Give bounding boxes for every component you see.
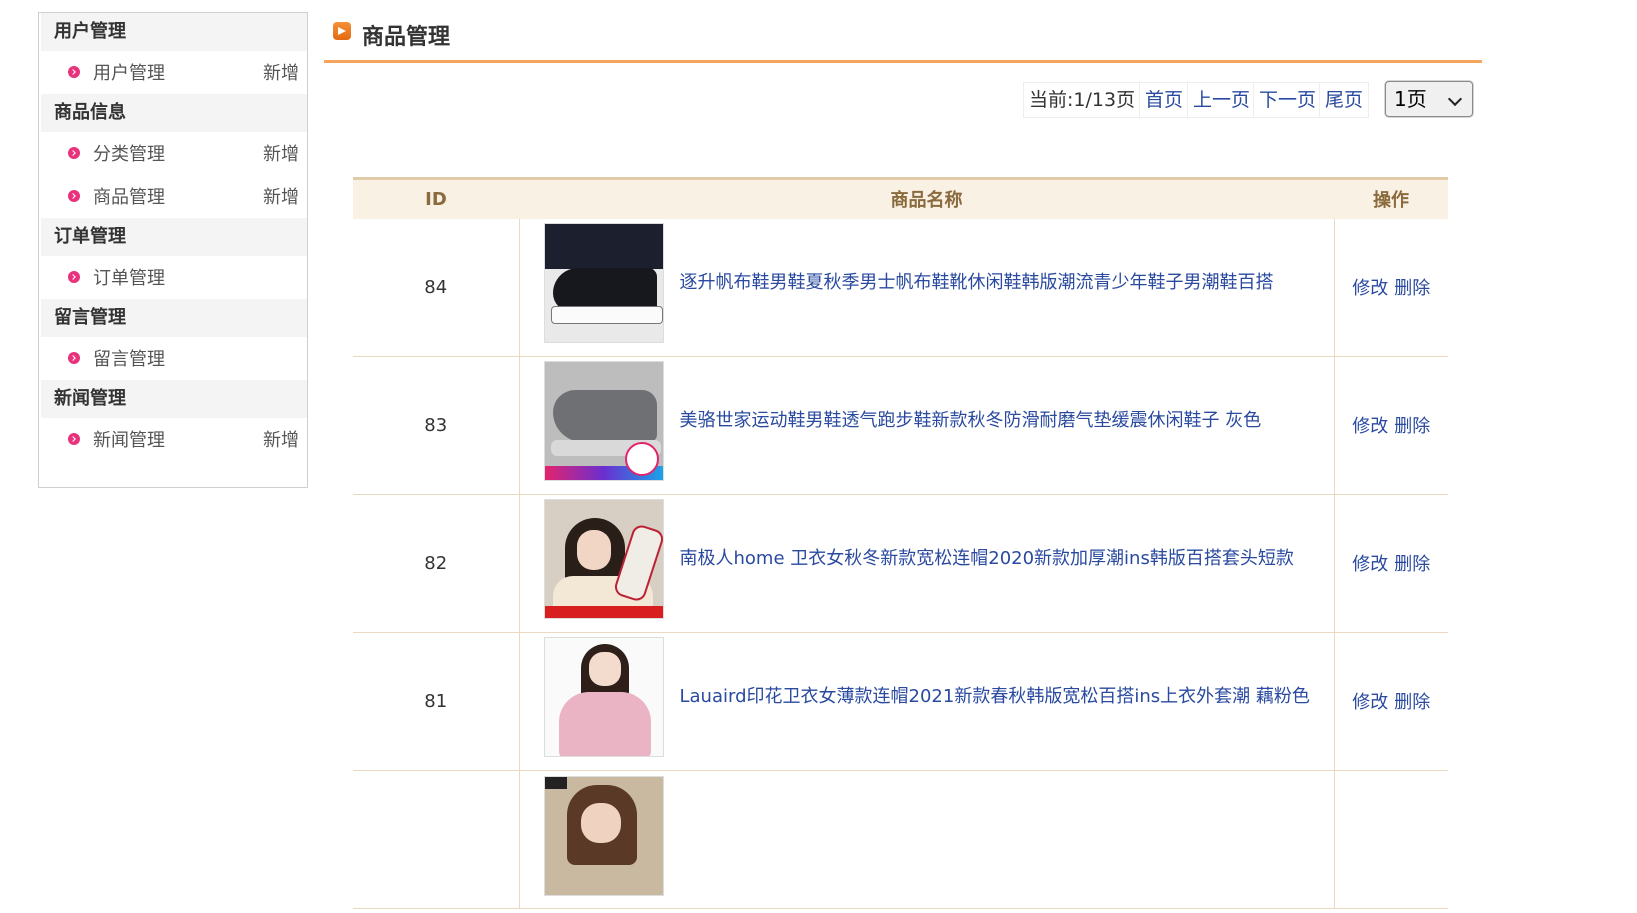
operation-cell: 修改 删除 <box>1334 632 1448 771</box>
last-page-link[interactable]: 尾页 <box>1319 82 1370 118</box>
sidebar-item-label[interactable]: 用户管理 <box>93 63 165 84</box>
operation-cell <box>1334 770 1448 909</box>
goods-id: 84 <box>353 218 520 357</box>
goods-name-link[interactable]: 南极人home 卫衣女秋冬新款宽松连帽2020新款加厚潮ins韩版百搭套头短款 <box>680 544 1294 570</box>
goods-name-link[interactable]: 美骆世家运动鞋男鞋透气跑步鞋新款秋冬防滑耐磨气垫缓震休闲鞋子 灰色 <box>680 406 1262 432</box>
goods-table: ID 商品名称 操作 84 逐升帆布鞋男鞋夏秋季男士帆布鞋靴休闲鞋韩版潮流青少年… <box>353 177 1448 909</box>
sidebar-item-label[interactable]: 留言管理 <box>93 349 165 370</box>
goods-id: 83 <box>353 356 520 495</box>
delete-link[interactable]: 删除 <box>1394 554 1430 575</box>
sidebar-group-title: 订单管理 <box>41 218 307 256</box>
first-page-link[interactable]: 首页 <box>1139 82 1190 118</box>
page-title: 商品管理 <box>362 25 451 50</box>
delete-link[interactable]: 删除 <box>1394 692 1430 713</box>
circle-arrow-icon <box>68 147 80 159</box>
sidebar-add-link[interactable]: 新增 <box>263 132 299 177</box>
delete-link[interactable]: 删除 <box>1394 416 1430 437</box>
goods-id <box>353 770 520 909</box>
page-select[interactable]: 1页 <box>1385 81 1473 117</box>
goods-name-link[interactable]: Lauaird印花卫衣女薄款连帽2021新款春秋韩版宽松百搭ins上衣外套潮 藕… <box>680 682 1310 708</box>
sidebar-item-label[interactable]: 分类管理 <box>93 144 165 165</box>
goods-name-cell: Lauaird印花卫衣女薄款连帽2021新款春秋韩版宽松百搭ins上衣外套潮 藕… <box>519 632 1335 771</box>
sidebar-add-link[interactable]: 新增 <box>263 51 299 96</box>
goods-name-link[interactable]: 逐升帆布鞋男鞋夏秋季男士帆布鞋靴休闲鞋韩版潮流青少年鞋子男潮鞋百搭 <box>680 268 1274 294</box>
sidebar-group-goods-info: 商品信息 分类管理 新增 商品管理 新增 <box>41 94 307 218</box>
goods-thumbnail[interactable] <box>543 775 664 896</box>
circle-arrow-icon <box>68 352 80 364</box>
sidebar-group-title: 新闻管理 <box>41 380 307 418</box>
sidebar-group-title: 商品信息 <box>41 94 307 132</box>
orange-arrow-icon <box>333 22 351 40</box>
column-header-name: 商品名称 <box>519 177 1334 219</box>
goods-name-cell <box>519 770 1335 909</box>
sidebar-item-category-management[interactable]: 分类管理 新增 <box>41 132 307 175</box>
operation-cell: 修改 删除 <box>1334 218 1448 357</box>
table-row <box>353 770 1448 909</box>
sidebar-group-users: 用户管理 用户管理 新增 <box>41 13 307 94</box>
sidebar-add-link[interactable]: 新增 <box>263 418 299 463</box>
sidebar-group-news: 新闻管理 新闻管理 新增 <box>41 380 307 461</box>
sidebar-item-user-management[interactable]: 用户管理 新增 <box>41 51 307 94</box>
table-row: 81 Lauaird印花卫衣女薄款连帽2021新款春秋韩版宽松百搭ins上衣外套… <box>353 632 1448 771</box>
goods-thumbnail[interactable] <box>543 637 664 757</box>
goods-name-cell: 美骆世家运动鞋男鞋透气跑步鞋新款秋冬防滑耐磨气垫缓震休闲鞋子 灰色 <box>519 356 1335 495</box>
circle-arrow-icon <box>68 433 80 445</box>
goods-thumbnail[interactable] <box>543 361 664 481</box>
sidebar-group-messages: 留言管理 留言管理 <box>41 299 307 380</box>
column-header-op: 操作 <box>1334 177 1448 219</box>
edit-link[interactable]: 修改 <box>1352 278 1388 299</box>
page-select-value: 1页 <box>1394 87 1427 111</box>
sidebar-group-title: 用户管理 <box>41 13 307 51</box>
sidebar-add-link[interactable]: 新增 <box>263 175 299 220</box>
next-page-link[interactable]: 下一页 <box>1253 82 1323 118</box>
circle-arrow-icon <box>68 271 80 283</box>
goods-thumbnail[interactable] <box>543 499 664 619</box>
operation-cell: 修改 删除 <box>1334 494 1448 633</box>
sidebar-group-orders: 订单管理 订单管理 <box>41 218 307 299</box>
goods-name-cell: 南极人home 卫衣女秋冬新款宽松连帽2020新款加厚潮ins韩版百搭套头短款 <box>519 494 1335 633</box>
table-header-row: ID 商品名称 操作 <box>353 177 1448 219</box>
table-row: 82 南极人home 卫衣女秋冬新款宽松连帽2020新款加厚潮ins韩版百搭套头… <box>353 494 1448 633</box>
edit-link[interactable]: 修改 <box>1352 416 1388 437</box>
delete-link[interactable]: 删除 <box>1394 278 1430 299</box>
edit-link[interactable]: 修改 <box>1352 554 1388 575</box>
sidebar: 用户管理 用户管理 新增 商品信息 分类管理 新增 商品管理 新增 订单管理 订… <box>38 12 308 488</box>
sidebar-item-label[interactable]: 商品管理 <box>93 187 165 208</box>
goods-thumbnail[interactable] <box>543 223 664 343</box>
circle-arrow-icon <box>68 190 80 202</box>
operation-cell: 修改 删除 <box>1334 356 1448 495</box>
goods-name-cell: 逐升帆布鞋男鞋夏秋季男士帆布鞋靴休闲鞋韩版潮流青少年鞋子男潮鞋百搭 <box>519 218 1335 357</box>
prev-page-link[interactable]: 上一页 <box>1187 82 1257 118</box>
sidebar-item-goods-management[interactable]: 商品管理 新增 <box>41 175 307 218</box>
sidebar-item-label[interactable]: 订单管理 <box>93 268 165 289</box>
circle-arrow-icon <box>68 66 80 78</box>
table-row: 83 美骆世家运动鞋男鞋透气跑步鞋新款秋冬防滑耐磨气垫缓震休闲鞋子 灰色 修改删… <box>353 356 1448 495</box>
edit-link[interactable]: 修改 <box>1352 692 1388 713</box>
table-row: 84 逐升帆布鞋男鞋夏秋季男士帆布鞋靴休闲鞋韩版潮流青少年鞋子男潮鞋百搭 修改删… <box>353 218 1448 357</box>
sidebar-item-label[interactable]: 新闻管理 <box>93 430 165 451</box>
sidebar-item-message-management[interactable]: 留言管理 <box>41 337 307 380</box>
goods-id: 82 <box>353 494 520 633</box>
goods-id: 81 <box>353 632 520 771</box>
column-header-id: ID <box>353 177 519 219</box>
page-info: 当前:1/13页 <box>1023 82 1142 118</box>
chevron-down-icon <box>1447 91 1463 107</box>
sidebar-item-news-management[interactable]: 新闻管理 新增 <box>41 418 307 461</box>
sidebar-group-title: 留言管理 <box>41 299 307 337</box>
page-header: 商品管理 <box>324 16 1482 63</box>
sidebar-item-order-management[interactable]: 订单管理 <box>41 256 307 299</box>
